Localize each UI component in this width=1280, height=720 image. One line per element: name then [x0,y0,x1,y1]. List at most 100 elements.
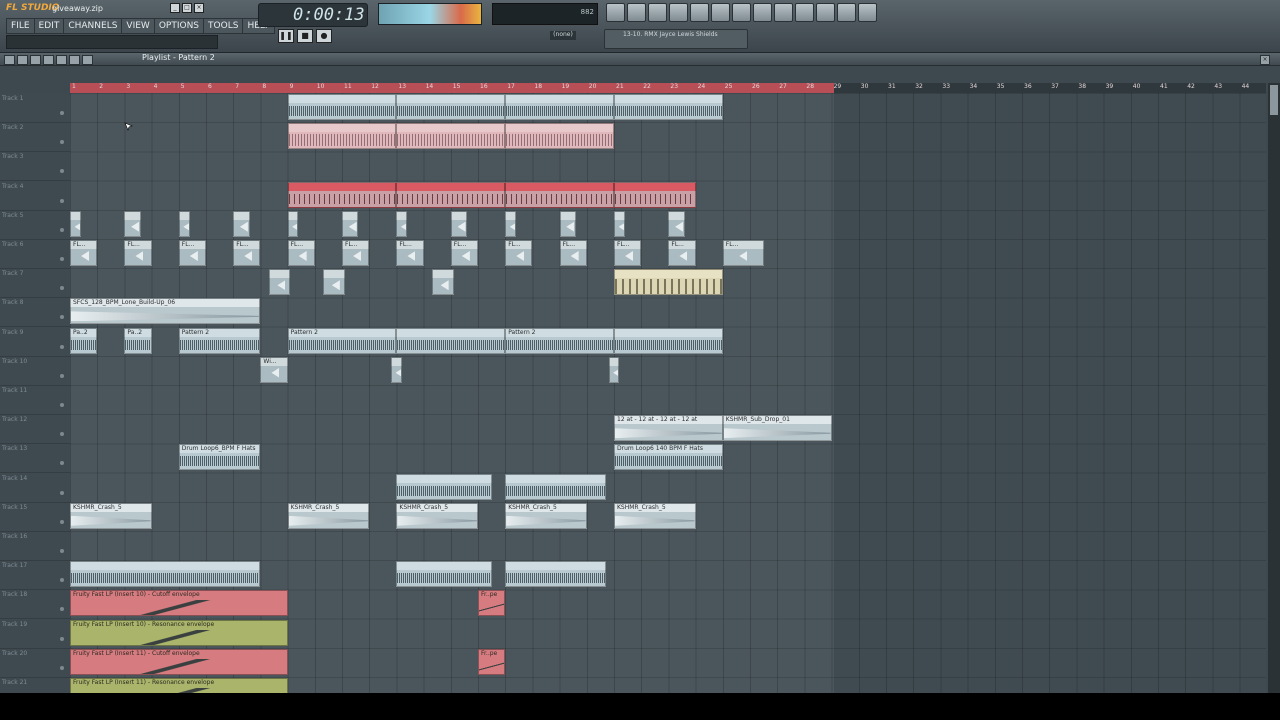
track-header[interactable]: Track 14 [0,473,70,503]
track-mute-icon[interactable] [60,461,64,466]
menu-options[interactable]: OPTIONS [153,18,205,34]
save-icon[interactable] [732,3,751,22]
playlist-clip[interactable] [614,94,723,120]
playlist-clip[interactable] [431,269,454,296]
track-mute-icon[interactable] [60,636,64,641]
stop-icon[interactable]: ■ [297,29,313,43]
playlist-clip[interactable] [505,561,606,588]
playlist-clip[interactable]: FL... [70,240,98,266]
track-mute-icon[interactable] [60,257,64,261]
step-sequencer-icon[interactable] [627,3,646,22]
playlist-clip[interactable]: FL... [722,240,764,266]
playlist-clip[interactable]: KSHMR_Sub_Drop_01 [722,415,832,442]
playlist-clip[interactable] [396,181,506,208]
track-header[interactable]: Track 3 [0,151,70,182]
track-mute-icon[interactable] [60,140,64,145]
playlist-clip[interactable] [505,123,614,150]
playlist-clip[interactable]: Fruity Fast LP (Insert 11) - Cutoff enve… [70,648,288,675]
tools-icon[interactable] [774,3,793,22]
menu-edit[interactable]: EDIT [33,18,65,34]
track-header[interactable]: Track 2 [0,122,70,153]
playlist-clip[interactable]: FL... [614,240,642,266]
track-mute-icon[interactable] [60,198,64,203]
playlist-clip[interactable] [342,210,359,237]
hint-icon[interactable] [837,3,856,22]
track-header[interactable]: Track 10 [0,356,70,386]
playlist-clip[interactable]: Fruity Fast LP (Insert 10) - Resonance e… [70,619,288,646]
track-mute-icon[interactable] [60,578,64,583]
playlist-clip[interactable]: FL... [342,240,370,266]
menu-file[interactable]: FILE [6,18,35,34]
playlist-clip[interactable] [505,473,606,500]
track-header[interactable]: Track 6 [0,239,70,269]
track-header[interactable]: Track 13 [0,443,70,474]
arrangement-grid[interactable]: FL... FL... FL... FL... FL... FL... FL... FL...… [70,93,1266,693]
playlist-clip[interactable]: Pa..2 [70,327,98,354]
playlist-clip[interactable]: 12 at - 12 at - 12 at - 12 at [614,415,723,442]
current-song-panel[interactable]: 13-10. RMX Jayce Lewis Shields [604,29,748,49]
mixer-icon[interactable] [690,3,709,22]
track-header[interactable]: Track 4 [0,181,70,211]
playlist-clip[interactable] [396,473,492,500]
playlist-clip[interactable] [505,181,614,208]
track-header[interactable]: Track 1 [0,93,70,123]
pencil-tool-icon[interactable] [4,55,15,65]
delete-tool-icon[interactable] [30,55,41,65]
track-header[interactable]: Track 5 [0,210,70,240]
playlist-close-icon[interactable]: × [1260,55,1270,65]
help-icon[interactable] [858,3,877,22]
zoom-tool-icon[interactable] [82,55,93,65]
close-icon[interactable]: × [194,3,204,13]
track-header[interactable]: Track 12 [0,414,70,445]
track-header[interactable]: Track 20 [0,648,70,678]
playlist-clip[interactable]: Pa..2 [124,327,152,354]
track-mute-icon[interactable] [60,315,64,320]
brush-tool-icon[interactable] [17,55,28,65]
playlist-clip[interactable]: Pattern 2 [178,327,261,354]
playlist-clip[interactable] [124,210,141,237]
track-header[interactable]: Track 15 [0,502,70,532]
playlist-clip[interactable] [70,561,261,588]
minimize-icon[interactable]: _ [170,3,180,13]
track-mute-icon[interactable] [60,432,64,437]
track-mute-icon[interactable] [60,549,64,553]
playlist-clip[interactable]: FL... [178,240,206,266]
piano-roll-icon[interactable] [648,3,667,22]
track-mute-icon[interactable] [60,665,64,670]
playlist-clip[interactable]: Wi... [260,356,288,383]
playlist-clip[interactable] [287,181,397,208]
scrollbar-thumb[interactable] [1270,85,1278,115]
playlist-clip[interactable] [668,210,685,237]
browser-icon[interactable] [669,3,688,22]
playlist-clip[interactable]: FL... [450,240,478,266]
undo-icon[interactable] [711,3,730,22]
playlist-clip[interactable]: FL... [287,240,315,266]
playlist-clip[interactable] [505,210,517,237]
track-mute-icon[interactable] [60,169,64,174]
playlist-clip[interactable]: Pattern 2 [287,327,397,354]
pause-icon[interactable]: ❚❚ [278,29,294,43]
playlist-clip[interactable]: Pattern 2 [505,327,614,354]
playlist-clip[interactable]: KSHMR_Crash_5 [70,502,152,529]
playlist-clip[interactable] [396,94,506,120]
playlist-clip[interactable]: KSHMR_Crash_5 [505,502,587,529]
track-header[interactable]: Track 16 [0,531,70,561]
track-header[interactable]: Track 18 [0,589,70,620]
track-header[interactable]: Track 17 [0,560,70,591]
playlist-clip[interactable]: SFCS_128_BPM_Lone_Build-Up_06 [70,298,261,325]
zoom-icon[interactable] [816,3,835,22]
playlist-clip[interactable]: FL... [124,240,152,266]
playlist-clip[interactable]: FL... [233,240,261,266]
track-mute-icon[interactable] [60,227,64,232]
playlist-clip[interactable] [614,269,723,296]
playlist-clip[interactable]: KSHMR_Crash_5 [614,502,696,529]
playlist-clip[interactable] [614,210,625,237]
playlist-clip[interactable] [396,327,506,354]
track-mute-icon[interactable] [60,490,64,495]
track-mute-icon[interactable] [60,607,64,612]
menu-channels[interactable]: CHANNELS [63,18,123,34]
playlist-clip[interactable] [614,327,723,354]
playlist-clip[interactable] [322,269,345,296]
playlist-clip[interactable]: KSHMR_Crash_5 [396,502,478,529]
track-mute-icon[interactable] [60,373,64,378]
